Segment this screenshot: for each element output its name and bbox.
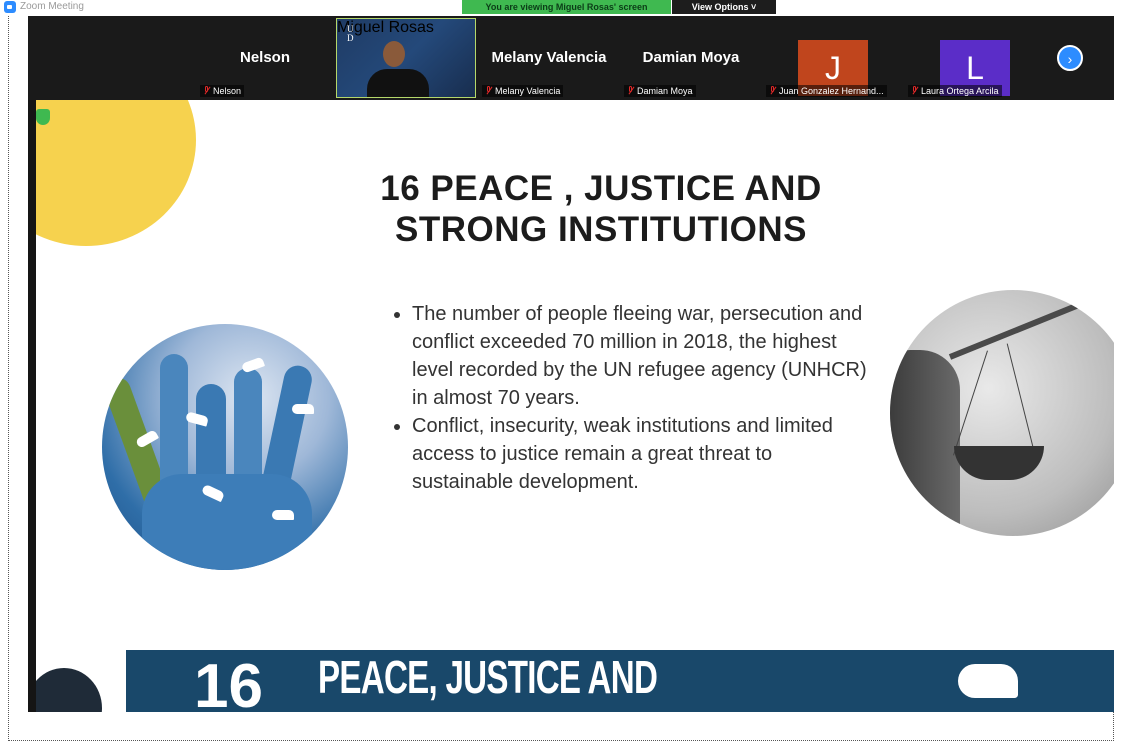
participant-tile-nelson[interactable]: Nelson Nelson: [196, 16, 334, 100]
sdg-footer-banner: 16 PEACE, JUSTICE AND: [126, 650, 1114, 712]
slide-title-line1: 16 PEACE , JUSTICE AND: [380, 169, 822, 208]
slide-title-line2: STRONG INSTITUTIONS: [395, 210, 807, 249]
mic-muted-icon: [485, 86, 492, 95]
zoom-app-icon: [4, 1, 16, 13]
participant-tile-miguel-rosas[interactable]: UD Miguel Rosas: [336, 18, 476, 98]
hand-palm: [142, 474, 312, 570]
dove-icon: [272, 510, 294, 520]
view-options-button[interactable]: View Options ˅: [672, 0, 776, 14]
participant-name-melany: Melany Valencia: [491, 49, 607, 66]
slide-bullet-2: Conflict, insecurity, weak institutions …: [412, 412, 872, 496]
participant-video-body: [367, 69, 429, 97]
scale-string: [1006, 343, 1035, 451]
participant-tile-melany-valencia[interactable]: Melany Valencia Melany Valencia: [478, 16, 620, 100]
footer-goal-number: 16: [194, 652, 263, 713]
participant-label-melany: Melany Valencia: [482, 85, 564, 97]
mic-muted-icon: [203, 86, 210, 95]
scale-beam: [948, 294, 1100, 360]
shared-slide: 16 PEACE , JUSTICE AND STRONG INSTITUTIO…: [36, 100, 1114, 712]
scale-pan: [954, 446, 1044, 480]
participant-tile-damian-moya[interactable]: Damian Moya Damian Moya: [620, 16, 762, 100]
decorative-dark-circle: [36, 668, 102, 712]
participant-label-miguel-rosas: Miguel Rosas: [337, 19, 434, 36]
participant-label-nelson: Nelson: [200, 85, 245, 97]
participant-label-laura: Laura Ortega Arcila: [908, 85, 1002, 97]
participant-name-nelson: Nelson: [239, 49, 290, 66]
decorative-yellow-circle: [36, 100, 196, 246]
hands-globe-image: [102, 324, 348, 570]
viewing-screen-banner: You are viewing Miguel Rosas' screen: [462, 0, 671, 14]
mic-muted-icon: [769, 86, 776, 95]
mic-muted-icon: [911, 86, 918, 95]
lady-justice-image: [890, 290, 1114, 536]
participant-label-juan: Juan Gonzalez Hernand...: [766, 85, 887, 97]
slide-title: 16 PEACE , JUSTICE AND STRONG INSTITUTIO…: [276, 168, 926, 250]
window-title: Zoom Meeting: [20, 1, 84, 12]
slide-bullet-1: The number of people fleeing war, persec…: [412, 300, 872, 412]
dove-icon: [292, 404, 314, 414]
participant-tile-juan[interactable]: J Juan Gonzalez Hernand...: [762, 16, 904, 100]
university-logo: UD: [347, 24, 354, 43]
mic-muted-icon: [627, 86, 634, 95]
dove-icon: [958, 664, 1018, 698]
slide-bullets: The number of people fleeing war, persec…: [392, 300, 872, 496]
screen-share-left-border: [28, 100, 36, 712]
participant-tile-laura[interactable]: L Laura Ortega Arcila: [904, 16, 1046, 100]
next-page-arrow-icon[interactable]: ›: [1057, 45, 1083, 71]
participant-video-head: [383, 41, 405, 67]
footer-goal-title: PEACE, JUSTICE AND: [318, 651, 658, 703]
participant-label-damian: Damian Moya: [624, 85, 696, 97]
shield-icon[interactable]: [36, 109, 50, 125]
participant-name-damian: Damian Moya: [642, 49, 740, 66]
statue-figure: [890, 350, 960, 536]
